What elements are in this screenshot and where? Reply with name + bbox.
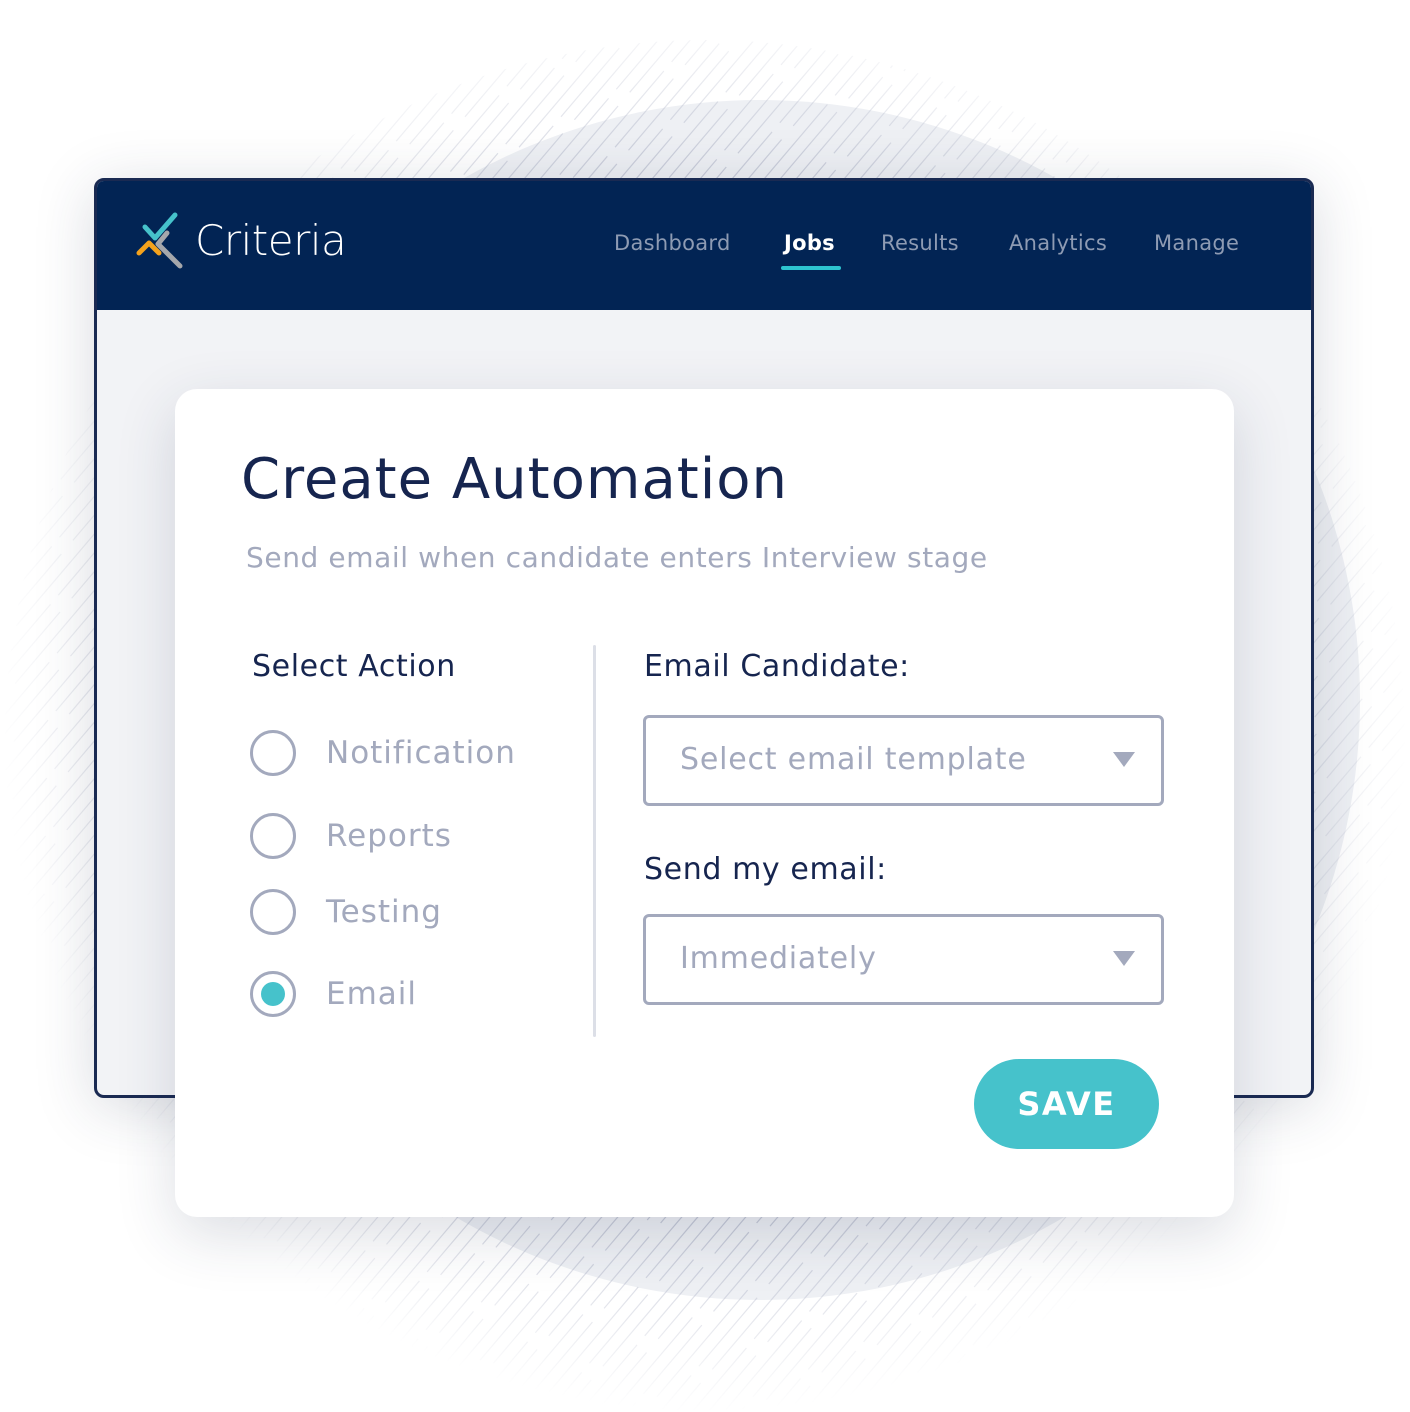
- main-nav: Dashboard Jobs Results Analytics Manage: [97, 231, 1311, 271]
- nav-jobs-label: Jobs: [784, 231, 835, 255]
- hatch-line: [1395, 40, 1405, 1412]
- dialog-subtitle: Send email when candidate enters Intervi…: [246, 541, 988, 574]
- top-navbar: Criteria Dashboard Jobs Results Analytic…: [97, 181, 1311, 310]
- caret-down-icon: [1113, 752, 1135, 767]
- nav-analytics[interactable]: Analytics: [1009, 231, 1107, 255]
- hatch-line: [5, 40, 37, 1412]
- nav-jobs[interactable]: Jobs: [781, 231, 841, 270]
- radio-button-selected[interactable]: [250, 971, 296, 1017]
- hatch-line: [5, 40, 101, 1412]
- send-timing-value: Immediately: [680, 941, 877, 976]
- radio-label: Reports: [326, 818, 452, 854]
- select-action-label: Select Action: [252, 649, 456, 684]
- send-timing-select[interactable]: Immediately: [643, 914, 1164, 1005]
- radio-email[interactable]: Email: [250, 971, 417, 1017]
- radio-label: Testing: [326, 894, 442, 930]
- nav-results[interactable]: Results: [881, 231, 959, 255]
- send-timing-label: Send my email:: [644, 852, 887, 887]
- radio-testing[interactable]: Testing: [250, 889, 442, 935]
- dialog-title: Create Automation: [241, 447, 789, 512]
- nav-manage[interactable]: Manage: [1154, 231, 1239, 255]
- hatch-line: [5, 40, 21, 1412]
- caret-down-icon: [1113, 951, 1135, 966]
- radio-button[interactable]: [250, 730, 296, 776]
- email-template-select[interactable]: Select email template: [643, 715, 1164, 806]
- email-candidate-label: Email Candidate:: [644, 649, 910, 684]
- radio-button[interactable]: [250, 889, 296, 935]
- nav-dashboard[interactable]: Dashboard: [614, 231, 731, 255]
- radio-label: Notification: [326, 735, 516, 771]
- column-divider: [593, 645, 596, 1037]
- radio-selected-dot: [261, 982, 285, 1006]
- radio-label: Email: [326, 976, 418, 1012]
- save-button[interactable]: SAVE: [974, 1059, 1159, 1149]
- radio-button[interactable]: [250, 813, 296, 859]
- create-automation-dialog: Create Automation Send email when candid…: [175, 389, 1234, 1217]
- radio-notification[interactable]: Notification: [250, 730, 516, 776]
- hatch-line: [5, 40, 69, 1412]
- hatch-line: [0, 0, 4, 1412]
- radio-reports[interactable]: Reports: [250, 813, 452, 859]
- hatch-line: [1379, 40, 1405, 1412]
- hatch-line: [1363, 40, 1405, 1412]
- active-tab-indicator: [781, 266, 841, 270]
- email-template-placeholder: Select email template: [680, 742, 1027, 777]
